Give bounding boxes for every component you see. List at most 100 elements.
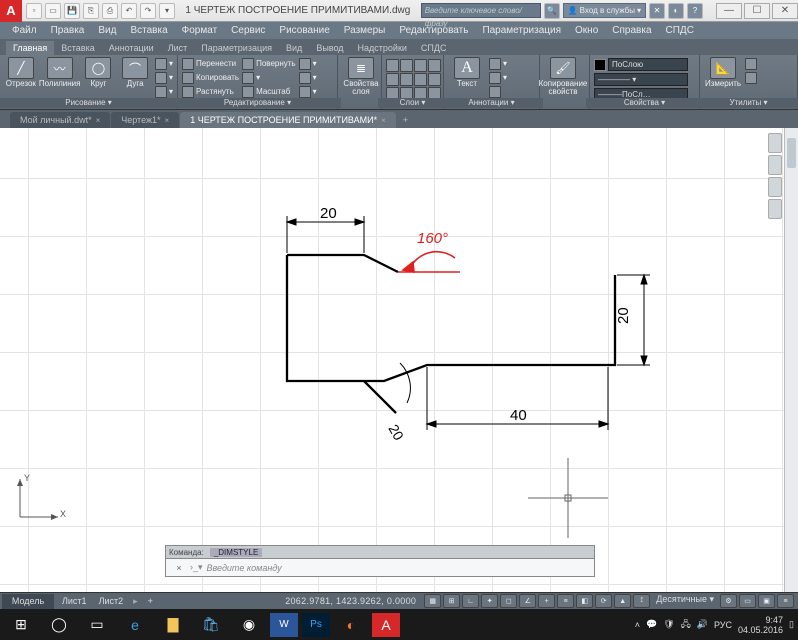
close-button[interactable]: ✕ [772,3,798,19]
sb-snap-icon[interactable]: ⊞ [443,594,460,608]
nav-orbit-icon[interactable] [768,199,782,219]
sb-cycle-icon[interactable]: ⟳ [595,594,612,608]
ribbon-tab-output[interactable]: Вывод [309,41,350,55]
menu-parametric[interactable]: Параметризация [476,25,567,36]
tool-dim[interactable]: ▾ [489,57,507,70]
tb-taskview-icon[interactable]: ▭ [80,611,114,639]
help-icon[interactable]: ? [687,3,703,19]
signin-button[interactable]: 👤Вход в службы▾ [563,3,646,18]
layer-btn-8[interactable] [428,73,441,86]
drawing-canvas[interactable]: 20 160° 20 40 20 [0,128,798,592]
close-icon[interactable]: × [381,116,386,125]
lineweight-combo[interactable]: ———— ▾ [594,73,688,86]
menu-insert[interactable]: Вставка [124,25,173,36]
color-combo[interactable]: ПоСлою [608,58,688,71]
tool-rotate[interactable]: Повернуть [242,57,296,70]
ribbon-tab-annotate[interactable]: Аннотации [102,41,161,55]
doc-tab-0[interactable]: Мой личный.dwt*× [10,112,110,128]
model-tab[interactable]: Модель [2,594,54,609]
layer-btn-3[interactable] [414,59,427,72]
tray-network-icon[interactable]: 🖧 [681,617,691,633]
layer-btn-4[interactable] [428,59,441,72]
tb-edge-icon[interactable]: e [118,611,152,639]
tool-leader[interactable]: ▾ [489,71,507,84]
tool-hatch[interactable]: ▾ [155,85,173,98]
panel-props-title[interactable]: Свойства ▾ [586,98,703,108]
doc-tab-1[interactable]: Чертеж1*× [111,112,179,128]
ribbon-tab-parametric[interactable]: Параметризация [194,41,279,55]
panel-modify-title[interactable]: Редактирование ▾ [174,98,341,108]
sb-ortho-icon[interactable]: ∟ [462,594,479,608]
tb-search-icon[interactable]: ◯ [42,611,76,639]
tool-copy[interactable]: Копировать [182,71,239,84]
tb-blender-icon[interactable]: ◐ [334,611,368,639]
tool-circle[interactable]: ◯Круг [82,57,116,88]
ribbon-tab-insert[interactable]: Вставка [54,41,101,55]
help-search-input[interactable]: Введите ключевое слово/фразу [421,3,541,18]
tb-chrome-icon[interactable]: ◉ [232,611,266,639]
tb-autocad-icon[interactable]: A [372,613,400,637]
command-line[interactable]: Команда: _DIMSTYLE × ›_▾ Введите команду [165,545,595,579]
sb-clean-icon[interactable]: ▣ [758,594,775,608]
tool-ellipse[interactable]: ▾ [155,71,173,84]
close-icon[interactable]: × [165,116,170,125]
layout-tab-1[interactable]: Лист1 [56,596,93,606]
doc-tab-2[interactable]: 1 ЧЕРТЕЖ ПОСТРОЕНИЕ ПРИМИТИВАМИ*× [180,112,396,128]
sb-annot-icon[interactable]: ▲ [614,594,631,608]
tray-notif-icon[interactable]: ▯ [789,619,794,630]
start-button[interactable]: ⊞ [4,611,38,639]
menu-tools[interactable]: Сервис [225,25,271,36]
layer-btn-1[interactable] [386,59,399,72]
ribbon-tab-addins[interactable]: Надстройки [351,41,414,55]
ribbon-tab-sheet[interactable]: Лист [161,41,195,55]
cmd-chevron-icon[interactable]: ›_▾ [190,562,203,573]
tool-scale[interactable]: Масштаб [242,85,296,98]
tool-fillet[interactable]: ▾ [299,71,317,84]
layer-btn-5[interactable] [386,73,399,86]
ribbon-tab-view[interactable]: Вид [279,41,309,55]
ribbon-tab-home[interactable]: Главная [6,41,54,55]
menu-view[interactable]: Вид [92,25,122,36]
vertical-scrollbar[interactable] [784,128,798,592]
tb-ps-icon[interactable]: Ps [302,613,330,637]
tool-text[interactable]: AТекст [448,57,486,88]
sb-trans-icon[interactable]: ◧ [576,594,593,608]
menu-help[interactable]: Справка [606,25,657,36]
menu-format[interactable]: Формат [176,25,224,36]
sb-polar-icon[interactable]: ✦ [481,594,498,608]
tool-move[interactable]: Перенести [182,57,239,70]
ribbon-tab-spds[interactable]: СПДС [414,41,454,55]
tool-measure[interactable]: 📐Измерить [704,57,742,88]
exchange-icon[interactable]: ✕ [649,3,665,19]
qat-redo-icon[interactable]: ↷ [140,3,156,19]
tray-shield-icon[interactable]: 🛡 [663,619,674,630]
menu-spds[interactable]: СПДС [660,25,700,36]
panel-annot-title[interactable]: Аннотации ▾ [440,98,543,108]
nav-zoom-icon[interactable] [768,177,782,197]
tool-layerprops[interactable]: ≣Свойства слоя [342,57,380,96]
sb-lwt-icon[interactable]: ≡ [557,594,574,608]
qat-print-icon[interactable]: ⎙ [102,3,118,19]
tool-rectangle[interactable]: ▾ [155,57,173,70]
tb-store-icon[interactable]: 🛍 [194,611,228,639]
tool-matchprops[interactable]: 🖌Копирование свойств [544,57,582,96]
tb-explorer-icon[interactable]: ▇ [156,611,190,639]
layer-btn-6[interactable] [400,73,413,86]
panel-utils-title[interactable]: Утилиты ▾ [696,98,798,108]
qat-save-icon[interactable]: 💾 [64,3,80,19]
qat-new-icon[interactable]: ▫ [26,3,42,19]
tool-trim[interactable]: ▾ [299,57,317,70]
panel-draw-title[interactable]: Рисование ▾ [0,98,181,108]
color-swatch[interactable] [594,59,606,71]
qat-open-icon[interactable]: ▭ [45,3,61,19]
sb-scale-icon[interactable]: ⟟ [633,594,650,608]
menu-dimensions[interactable]: Размеры [338,25,392,36]
sb-osnap-icon[interactable]: ◻ [500,594,517,608]
sb-dyn-icon[interactable]: + [538,594,555,608]
maximize-button[interactable]: ☐ [744,3,770,19]
new-tab-button[interactable]: + [397,112,414,128]
tool-line[interactable]: ╱Отрезок [4,57,38,88]
layout-tab-2[interactable]: Лист2 [93,596,130,606]
tool-polyline[interactable]: 〰Полилиния [41,57,79,88]
command-input[interactable]: × ›_▾ Введите команду [165,559,595,577]
